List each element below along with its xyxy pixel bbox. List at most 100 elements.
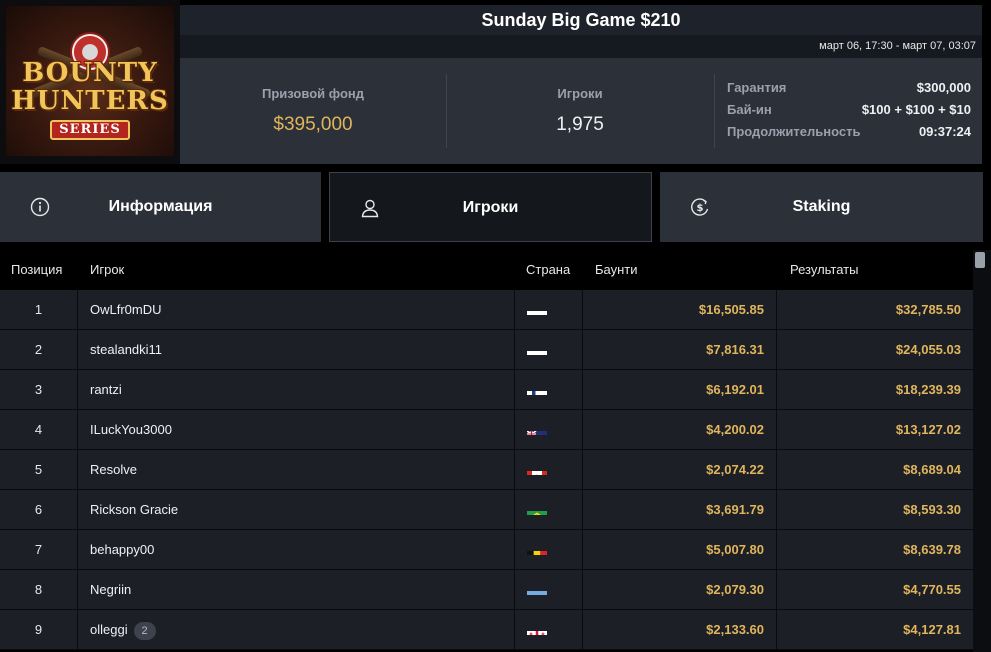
- row-position: 7: [0, 530, 78, 570]
- tournament-title: Sunday Big Game $210: [180, 5, 982, 35]
- player-name[interactable]: OwLfr0mDU: [90, 302, 162, 317]
- row-result: $8,689.04: [903, 462, 961, 477]
- row-player[interactable]: behappy00: [90, 530, 154, 570]
- divider: [714, 74, 715, 148]
- players-table: 1 OwLfr0mDU $16,505.85 $32,785.50 2 stealandk…: [0, 290, 973, 650]
- guarantee-value: $300,000: [916, 80, 971, 95]
- scrollbar[interactable]: [973, 250, 991, 652]
- player-name[interactable]: stealandki11: [90, 342, 162, 357]
- row-bounty: $16,505.85: [583, 290, 777, 330]
- row-player[interactable]: rantzi: [90, 370, 122, 410]
- scrollbar-thumb[interactable]: [975, 252, 985, 268]
- prize-pool-stat: Призовой фонд $395,000: [180, 58, 446, 164]
- row-player[interactable]: Rickson Gracie: [90, 490, 178, 530]
- table-row[interactable]: 3 rantzi $6,192.01 $18,239.39: [0, 370, 973, 410]
- row-country: [514, 370, 583, 410]
- table-row[interactable]: 5 Resolve $2,074.22 $8,689.04: [0, 450, 973, 490]
- tab-staking-label: Staking: [792, 198, 851, 215]
- player-name[interactable]: behappy00: [90, 542, 154, 557]
- header-position[interactable]: Позиция: [11, 250, 62, 290]
- player-badge: 2: [133, 621, 156, 640]
- duration-row: Продолжительность 09:37:24: [727, 124, 971, 146]
- table-row[interactable]: 9 olleggi 2 $2,133.60 $4,127.81: [0, 610, 973, 650]
- row-player[interactable]: OwLfr0mDU: [90, 290, 162, 330]
- buyin-row: Бай-ин $100 + $100 + $10: [727, 102, 971, 124]
- duration-value: 09:37:24: [918, 124, 971, 139]
- table-row[interactable]: 4 ILuckYou3000 $4,200.02 $13,127.02: [0, 410, 973, 450]
- tab-staking[interactable]: $ Staking: [660, 172, 983, 242]
- row-position: 4: [0, 410, 78, 450]
- buyin-value: $100 + $100 + $10: [861, 102, 971, 117]
- table-row[interactable]: 2 stealandki11 $7,816.31 $24,055.03: [0, 330, 973, 370]
- russia-flag-icon: [527, 301, 547, 315]
- row-country: [514, 570, 583, 610]
- row-country: [514, 610, 583, 650]
- tab-info[interactable]: Информация: [0, 172, 321, 242]
- player-name[interactable]: Rickson Gracie: [90, 502, 178, 517]
- logo-text-hunters: HUNTERS: [11, 86, 169, 116]
- row-country: [514, 450, 583, 490]
- row-result: $4,127.81: [903, 622, 961, 637]
- guarantee-row: Гарантия $300,000: [727, 80, 971, 102]
- row-bounty: $6,192.01: [583, 370, 777, 410]
- player-name[interactable]: rantzi: [90, 382, 122, 397]
- row-position: 3: [0, 370, 78, 410]
- tournament-details: Гарантия $300,000 Бай-ин $100 + $100 + $…: [727, 80, 971, 146]
- row-bounty: $4,200.02: [583, 410, 777, 450]
- table-row[interactable]: 6 Rickson Gracie $3,691.79 $8,593.30: [0, 490, 973, 530]
- tab-players[interactable]: Игроки: [329, 172, 652, 242]
- row-country: [514, 530, 583, 570]
- stats-panel: Призовой фонд $395,000 Игроки 1,975 Гара…: [180, 58, 982, 164]
- canada-flag-icon: [527, 461, 547, 475]
- table-header: Позиция Игрок Страна Баунти Результаты: [0, 250, 973, 290]
- row-position: 1: [0, 290, 78, 330]
- prize-pool-value: $395,000: [273, 114, 353, 135]
- buyin-label: Бай-ин: [727, 102, 772, 117]
- russia-flag-icon: [527, 341, 547, 355]
- row-player[interactable]: ILuckYou3000: [90, 410, 172, 450]
- tournament-logo: BOUNTY HUNTERS SERIES: [0, 0, 180, 164]
- row-country: [514, 490, 583, 530]
- header-country[interactable]: Страна: [526, 250, 570, 290]
- row-position: 6: [0, 490, 78, 530]
- player-name[interactable]: Resolve: [90, 462, 137, 477]
- header-results[interactable]: Результаты: [790, 250, 858, 290]
- row-bounty: $7,816.31: [583, 330, 777, 370]
- players-stat: Игроки 1,975: [447, 58, 713, 164]
- row-player[interactable]: Negriin: [90, 570, 131, 610]
- new-zealand-flag-icon: [527, 421, 547, 435]
- row-bounty: $2,074.22: [583, 450, 777, 490]
- table-row[interactable]: 1 OwLfr0mDU $16,505.85 $32,785.50: [0, 290, 973, 330]
- logo-text-series: SERIES: [50, 120, 130, 140]
- row-player[interactable]: Resolve: [90, 450, 137, 490]
- row-bounty: $2,079.30: [583, 570, 777, 610]
- prize-pool-label: Призовой фонд: [262, 86, 364, 101]
- belgium-flag-icon: [527, 541, 547, 555]
- row-position: 8: [0, 570, 78, 610]
- finland-flag-icon: [527, 381, 547, 395]
- row-player[interactable]: stealandki11: [90, 330, 162, 370]
- row-player[interactable]: olleggi 2: [90, 610, 156, 650]
- brazil-flag-icon: [527, 501, 547, 515]
- table-row[interactable]: 8 Negriin $2,079.30 $4,770.55: [0, 570, 973, 610]
- row-bounty: $3,691.79: [583, 490, 777, 530]
- row-position: 9: [0, 610, 78, 650]
- header-bounty[interactable]: Баунти: [595, 250, 638, 290]
- tab-players-label: Игроки: [462, 199, 519, 216]
- table-row[interactable]: 7 behappy00 $5,007.80 $8,639.78: [0, 530, 973, 570]
- row-result: $32,785.50: [895, 302, 961, 317]
- header-player[interactable]: Игрок: [90, 250, 124, 290]
- row-result: $4,770.55: [903, 582, 961, 597]
- player-name[interactable]: ILuckYou3000: [90, 422, 172, 437]
- duration-label: Продолжительность: [727, 124, 861, 139]
- tournament-dates: март 06, 17:30 - март 07, 03:07: [180, 35, 982, 58]
- player-name[interactable]: olleggi: [90, 622, 128, 637]
- player-name[interactable]: Negriin: [90, 582, 131, 597]
- players-value: 1,975: [556, 114, 604, 135]
- row-country: [514, 410, 583, 450]
- row-result: $8,639.78: [903, 542, 961, 557]
- row-result: $8,593.30: [903, 502, 961, 517]
- players-label: Игроки: [557, 86, 603, 101]
- row-result: $18,239.39: [895, 382, 961, 397]
- logo-text-bounty: BOUNTY: [22, 58, 158, 88]
